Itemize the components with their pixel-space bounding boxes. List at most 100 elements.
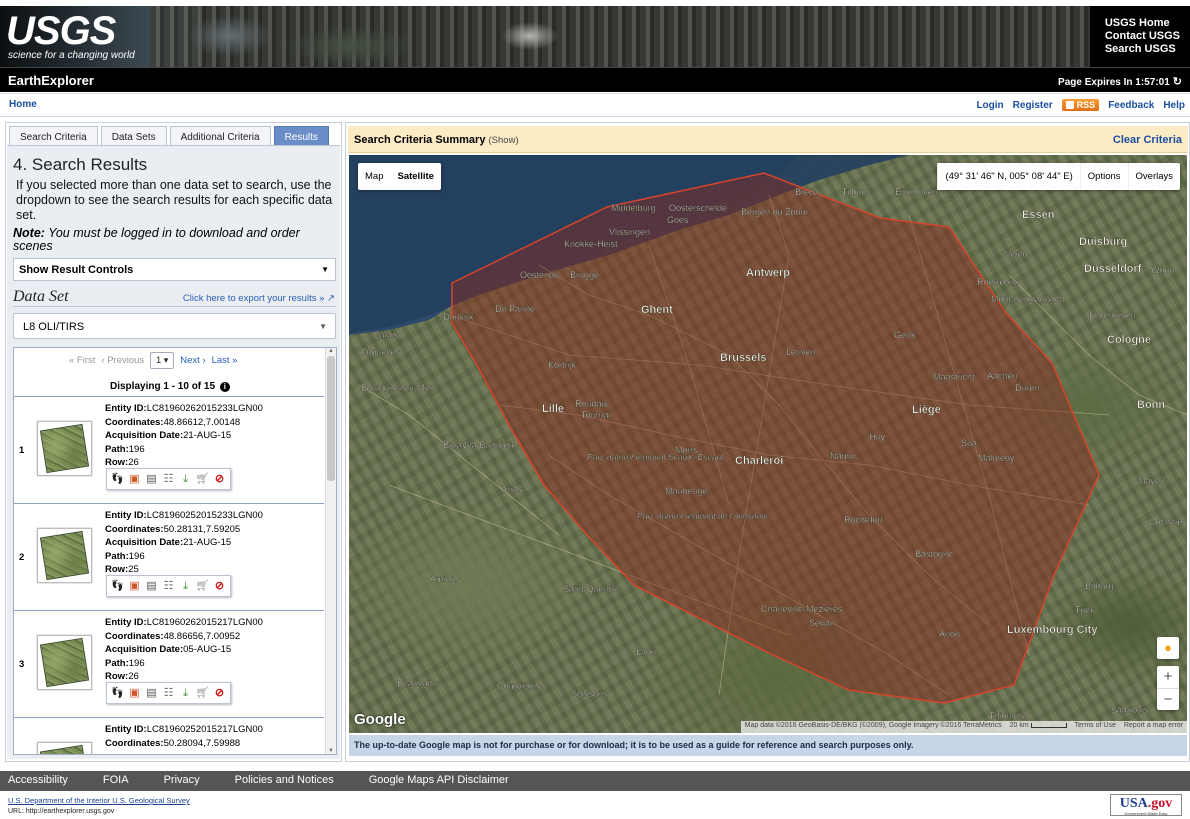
overlay-preview-icon[interactable]: ▣ [127, 578, 142, 594]
page-expiry-text: Page Expires In 1:57:01 [1058, 77, 1170, 88]
doi-link[interactable]: U.S. Department of the Interior [8, 796, 110, 805]
footer-foia-link[interactable]: FOIA [103, 771, 129, 791]
map-place-label: Düsseldorf [1084, 263, 1142, 275]
pager-next[interactable]: Next › [180, 355, 205, 366]
tab-results[interactable]: Results [273, 126, 329, 147]
overlay-preview-icon[interactable]: ▣ [127, 471, 142, 487]
scene-thumbnail[interactable] [37, 635, 92, 690]
map-place-label: Oostende [520, 270, 559, 280]
scroll-down-icon[interactable]: ▼ [328, 748, 334, 754]
pager: « First ‹ Previous 1 ▾ Next › Last » [14, 348, 324, 376]
metadata-icon[interactable]: ▤ [144, 578, 159, 594]
map-place-label: Malmedy [978, 453, 1015, 463]
usgs-home-link[interactable]: USGS Home [1105, 17, 1180, 30]
refresh-icon[interactable]: ↻ [1173, 75, 1182, 88]
scene-thumbnail[interactable] [37, 742, 92, 754]
footer-accessibility-link[interactable]: Accessibility [8, 771, 68, 791]
contact-usgs-link[interactable]: Contact USGS [1105, 30, 1180, 43]
compare-icon[interactable]: ☷ [161, 578, 176, 594]
clear-criteria-button[interactable]: Clear Criteria [1113, 134, 1182, 146]
footer-policies-link[interactable]: Policies and Notices [235, 771, 334, 791]
footer-bar: Accessibility FOIA Privacy Policies and … [0, 771, 1190, 791]
step-title: 4. Search Results [13, 155, 148, 174]
search-usgs-link[interactable]: Search USGS [1105, 43, 1180, 56]
page-select[interactable]: 1 ▾ [150, 352, 175, 369]
usgs-logo[interactable]: USGS science for a changing world [6, 11, 135, 62]
help-link[interactable]: Help [1163, 100, 1185, 111]
app-title: EarthExplorer [8, 73, 94, 88]
map-options-button[interactable]: Options [1079, 163, 1128, 190]
app-titlebar: EarthExplorer Page Expires In 1:57:01 ↻ [0, 67, 1190, 92]
exclude-icon[interactable]: ⊘ [212, 471, 227, 487]
pager-first[interactable]: « First [69, 355, 95, 366]
cart-icon[interactable]: 🛒︎ [195, 685, 210, 701]
scene-thumbnail[interactable] [37, 421, 92, 476]
map-overlays-button[interactable]: Overlays [1127, 163, 1180, 190]
scene-thumbnail[interactable] [37, 528, 92, 583]
chevron-down-icon: ▾ [163, 355, 169, 365]
metadata-icon[interactable]: ▤ [144, 471, 159, 487]
criteria-summary-bar: Search Criteria Summary (Show) Clear Cri… [348, 126, 1188, 153]
map-panel: Search Criteria Summary (Show) Clear Cri… [345, 122, 1190, 762]
criteria-summary-title: Search Criteria Summary (Show) [354, 134, 519, 146]
dataset-select[interactable]: L8 OLI/TIRS ▼ [13, 313, 336, 339]
acquisition-date: 05-AUG-15 [183, 644, 232, 655]
pager-last[interactable]: Last » [212, 355, 238, 366]
map-type-map[interactable]: Map [358, 163, 390, 190]
compare-icon[interactable]: ☷ [161, 471, 176, 487]
footprint-icon[interactable]: 👣︎ [110, 578, 125, 594]
street-view-pegman-icon[interactable]: ● [1157, 637, 1179, 659]
map-place-label: Spa [961, 438, 977, 448]
pager-previous[interactable]: ‹ Previous [101, 355, 144, 366]
footprint-icon[interactable]: 👣︎ [110, 471, 125, 487]
footprint-icon[interactable]: 👣︎ [110, 685, 125, 701]
tab-data-sets[interactable]: Data Sets [100, 126, 167, 147]
cart-icon[interactable]: 🛒︎ [195, 471, 210, 487]
entity-id: LC81960262015217LGN00 [146, 617, 263, 628]
map-place-label: Knokke-Heist [564, 239, 618, 249]
exclude-icon[interactable]: ⊘ [212, 685, 227, 701]
usgs-link[interactable]: U.S. Geological Survey [112, 796, 190, 805]
map-place-label: Bonn [1137, 399, 1165, 411]
usagov-logo[interactable]: USA.gov Government Made Easy [1110, 794, 1182, 816]
zoom-out-button[interactable]: − [1157, 688, 1179, 710]
scroll-up-icon[interactable]: ▲ [328, 348, 334, 354]
export-results-link[interactable]: Click here to export your results » ↗ [183, 293, 335, 304]
tab-search-criteria[interactable]: Search Criteria [9, 126, 98, 147]
download-icon[interactable]: ⤓ [178, 685, 193, 701]
rss-button[interactable]: RSS [1061, 99, 1100, 111]
map-place-label: Mayen [1138, 476, 1165, 486]
footer-google-disclaimer-link[interactable]: Google Maps API Disclaimer [369, 771, 509, 791]
footer-privacy-link[interactable]: Privacy [164, 771, 200, 791]
result-controls-dropdown[interactable]: Show Result Controls ▼ [13, 258, 336, 281]
row: 26 [128, 671, 139, 682]
terms-of-use-link[interactable]: Terms of Use [1075, 722, 1116, 732]
login-link[interactable]: Login [976, 100, 1003, 111]
download-icon[interactable]: ⤓ [178, 578, 193, 594]
download-icon[interactable]: ⤓ [178, 471, 193, 487]
map-canvas[interactable]: Middelburg Vlissingen Knokke-Heist Goes Berg… [349, 155, 1187, 733]
feedback-link[interactable]: Feedback [1108, 100, 1154, 111]
report-map-error-link[interactable]: Report a map error [1124, 722, 1183, 732]
info-icon[interactable]: i [219, 382, 230, 392]
overlay-preview-icon[interactable]: ▣ [127, 685, 142, 701]
compare-icon[interactable]: ☷ [161, 685, 176, 701]
scrollbar-thumb[interactable] [327, 356, 335, 481]
metadata-icon[interactable]: ▤ [144, 685, 159, 701]
map-place-label: Ghent [641, 304, 673, 316]
register-link[interactable]: Register [1013, 100, 1053, 111]
map-place-label: Cologne [1107, 334, 1151, 346]
cart-icon[interactable]: 🛒︎ [195, 578, 210, 594]
home-link[interactable]: Home [9, 99, 37, 110]
map-place-label: Boulogne-sur-Mer [361, 383, 433, 393]
results-scrollbar[interactable]: ▲ ▼ [325, 348, 336, 754]
criteria-summary-show[interactable]: (Show) [489, 135, 519, 146]
usgs-logo-tagline: science for a changing world [8, 50, 135, 61]
zoom-in-button[interactable]: + [1157, 666, 1179, 688]
map-type-satellite[interactable]: Satellite [390, 163, 440, 190]
results-list[interactable]: « First ‹ Previous 1 ▾ Next › Last » Dis… [13, 347, 337, 755]
tab-additional-criteria[interactable]: Additional Criteria [169, 126, 271, 147]
path: 196 [128, 657, 145, 669]
exclude-icon[interactable]: ⊘ [212, 578, 227, 594]
map-place-label: Kortrijk [548, 360, 577, 370]
